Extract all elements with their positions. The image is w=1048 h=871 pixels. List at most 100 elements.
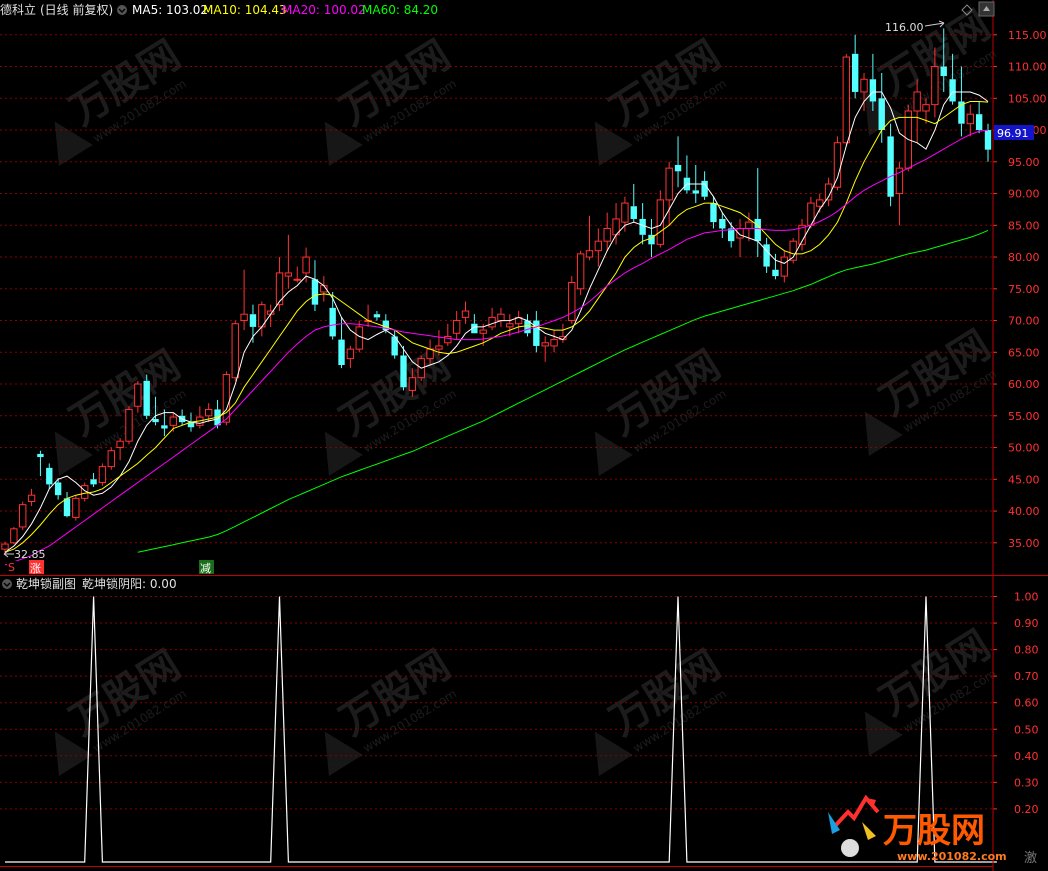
candle-body (887, 136, 894, 197)
ma20-value: MA20: 100.02 (282, 3, 366, 17)
candle-body (568, 281, 576, 322)
y-tick-label-main-10: 65.00 (1008, 346, 1040, 359)
candle-body (249, 314, 257, 327)
ma20-line (4, 129, 989, 566)
candle-body (913, 91, 921, 112)
candle-70 (621, 196, 629, 232)
watermark-7: 万股网www.201082.com (864, 322, 999, 457)
candle-body (639, 218, 646, 235)
candle-body (373, 314, 381, 318)
candle-16 (143, 374, 150, 419)
scroll-up-button[interactable] (978, 1, 995, 17)
candle-body (311, 279, 319, 305)
signal-reduce: 减 (199, 560, 214, 575)
candle-13 (116, 438, 124, 461)
y-tick-label-main-2: 105.00 (1008, 92, 1047, 105)
candle-41 (364, 304, 372, 327)
candle-body (710, 203, 717, 223)
main-chart-header: 德科立 (日线 前复权) MA5: 103.02 MA10: 104.43 MA… (0, 2, 438, 17)
svg-text:减: 减 (200, 562, 211, 575)
y-tick-label-main-5: 90.00 (1008, 188, 1040, 201)
candle-body (630, 206, 637, 219)
candle-8 (72, 495, 80, 521)
y-tick-label-ind-8: 0.20 (1014, 803, 1039, 816)
candle-body (497, 313, 505, 322)
candle-12 (107, 447, 115, 470)
watermark-2: 万股网www.201082.com (594, 32, 729, 167)
candle-body (860, 78, 868, 93)
candle-62 (550, 330, 558, 353)
candle-32 (284, 234, 293, 289)
candle-1 (10, 526, 18, 545)
watermark-1: 万股网www.201082.com (324, 32, 459, 167)
candle-71 (630, 184, 637, 223)
candle-4 (37, 450, 44, 477)
candle-2 (19, 501, 27, 531)
candle-body (90, 479, 97, 485)
signal-rise: 涨 (29, 560, 44, 575)
candle-body (665, 167, 673, 201)
candle-body (461, 310, 470, 318)
watermark-10: 万股网www.201082.com (594, 642, 729, 777)
y-tick-label-ind-1: 0.90 (1014, 617, 1039, 630)
candle-body (293, 278, 301, 281)
candle-3 (27, 488, 36, 506)
candle-body (240, 313, 248, 322)
candle-body (284, 272, 293, 277)
candle-body (355, 326, 363, 350)
candle-body (329, 307, 336, 337)
candle-body (550, 339, 558, 347)
chart-canvas[interactable]: 万股网www.201082.com 万股网www.201082.com 万股网www… (0, 0, 1048, 871)
indicator-collapse-icon[interactable] (2, 579, 12, 589)
y-tick-label-main-6: 85.00 (1008, 219, 1040, 232)
collapse-icon[interactable] (117, 5, 127, 15)
candle-95 (842, 53, 850, 146)
high-price-label: 116.00 (885, 21, 924, 34)
candle-79 (701, 171, 708, 200)
y-tick-label-ind-6: 0.40 (1014, 750, 1039, 763)
candle-11 (98, 463, 107, 486)
candle-body (754, 218, 761, 242)
candle-31 (275, 257, 284, 312)
candle-111 (984, 123, 992, 162)
candle-74 (656, 190, 665, 248)
candle-body (444, 335, 452, 344)
candle-body (541, 342, 549, 347)
candle-body (833, 142, 842, 188)
candle-96 (851, 34, 859, 99)
candle-10 (90, 472, 97, 487)
ma60-value: MA60: 84.20 (362, 3, 438, 17)
candle-body (161, 425, 168, 429)
watermark-9: 万股网www.201082.com (324, 642, 459, 777)
y-tick-label-main-15: 40.00 (1008, 505, 1040, 518)
candle-89 (789, 238, 797, 264)
candle-38 (338, 317, 345, 369)
candle-body (116, 440, 124, 449)
signal-s: S (7, 561, 17, 574)
candle-body (63, 498, 71, 517)
candle-body (479, 329, 487, 334)
y-tick-label-main-11: 60.00 (1008, 378, 1040, 391)
candle-body (594, 240, 603, 252)
y-tick-label-main-0: 115.00 (1008, 29, 1047, 42)
candle-body (435, 345, 443, 350)
watermark-11: 万股网www.201082.com (864, 622, 999, 757)
candle-body (143, 380, 150, 416)
candle-26 (231, 320, 239, 381)
candle-83 (736, 218, 744, 258)
y-tick-label-ind-2: 0.80 (1014, 644, 1039, 657)
candle-body (745, 221, 753, 229)
candle-body (27, 494, 36, 503)
candle-14 (125, 406, 133, 445)
y-tick-label-ind-0: 1.00 (1014, 591, 1039, 604)
y-tick-label-main-8: 75.00 (1008, 283, 1040, 296)
corner-text: 激 (1024, 851, 1037, 866)
indicator-header: 乾坤锁副图 乾坤锁阴阳: 0.00 (2, 576, 177, 591)
candle-64 (568, 276, 576, 324)
candle-body (54, 482, 62, 496)
y-tick-label-main-4: 95.00 (1008, 156, 1040, 169)
y-tick-label-ind-5: 0.50 (1014, 723, 1039, 736)
candle-body (878, 98, 885, 131)
candle-65 (576, 250, 585, 296)
candle-35 (311, 260, 319, 312)
